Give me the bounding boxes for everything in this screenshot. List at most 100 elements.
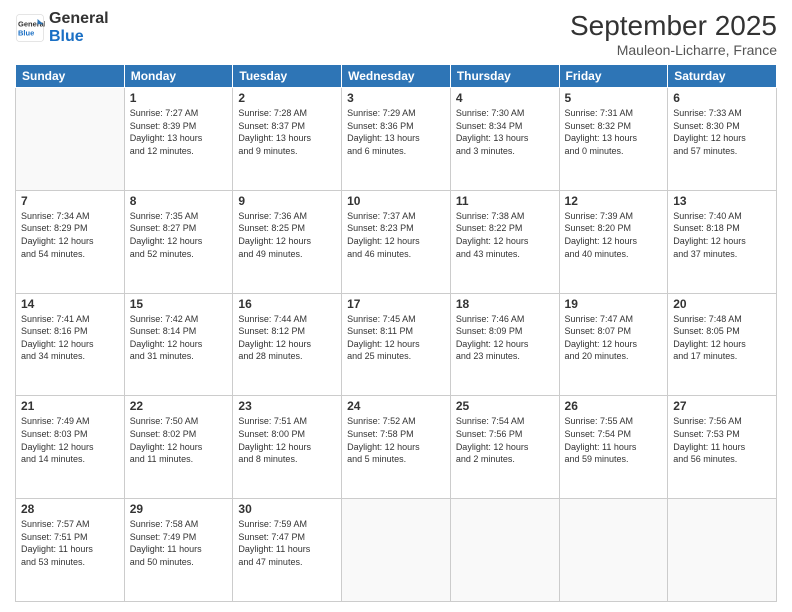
- day-cell-13: 13 Sunrise: 7:40 AM Sunset: 8:18 PM Dayli…: [668, 190, 777, 293]
- week-row-3: 14Sunrise: 7:41 AM Sunset: 8:16 PM Dayli…: [16, 293, 777, 396]
- day-info: Sunrise: 7:49 AM Sunset: 8:03 PM Dayligh…: [21, 415, 119, 465]
- day-cell-24: 24Sunrise: 7:52 AM Sunset: 7:58 PM Dayli…: [342, 396, 451, 499]
- day-number: 27: [673, 399, 771, 413]
- day-cell-25: 25 Sunrise: 7:54 AM Sunset: 7:56 PM Dayli…: [450, 396, 559, 499]
- day-cell-28: 28 Sunrise: 7:57 AM Sunset: 7:51 PM Dayli…: [16, 499, 125, 602]
- day-number: 2: [238, 91, 336, 105]
- day-cell-17: 17Sunrise: 7:45 AM Sunset: 8:11 PM Dayli…: [342, 293, 451, 396]
- day-cell-10: 10 Sunrise: 7:37 AM Sunset: 8:23 PM Dayli…: [342, 190, 451, 293]
- week-row-5: 28 Sunrise: 7:57 AM Sunset: 7:51 PM Dayli…: [16, 499, 777, 602]
- day-number: 22: [130, 399, 228, 413]
- day-number: 13: [673, 194, 771, 208]
- day-info: Sunrise: 7:59 AM Sunset: 7:47 PM Dayligh…: [238, 518, 336, 568]
- day-info: Sunrise: 7:56 AM Sunset: 7:53 PM Dayligh…: [673, 415, 771, 465]
- day-info: Sunrise: 7:37 AM Sunset: 8:23 PM Dayligh…: [347, 210, 445, 260]
- empty-cell: [668, 499, 777, 602]
- day-number: 1: [130, 91, 228, 105]
- calendar-header-row: SundayMondayTuesdayWednesdayThursdayFrid…: [16, 65, 777, 88]
- day-cell-30: 30 Sunrise: 7:59 AM Sunset: 7:47 PM Dayli…: [233, 499, 342, 602]
- day-info: Sunrise: 7:58 AM Sunset: 7:49 PM Dayligh…: [130, 518, 228, 568]
- day-cell-27: 27 Sunrise: 7:56 AM Sunset: 7:53 PM Dayli…: [668, 396, 777, 499]
- day-info: Sunrise: 7:34 AM Sunset: 8:29 PM Dayligh…: [21, 210, 119, 260]
- day-info: Sunrise: 7:30 AM Sunset: 8:34 PM Dayligh…: [456, 107, 554, 157]
- day-cell-4: 4 Sunrise: 7:30 AM Sunset: 8:34 PM Daylig…: [450, 88, 559, 191]
- day-number: 28: [21, 502, 119, 516]
- day-cell-5: 5 Sunrise: 7:31 AM Sunset: 8:32 PM Daylig…: [559, 88, 668, 191]
- day-info: Sunrise: 7:50 AM Sunset: 8:02 PM Dayligh…: [130, 415, 228, 465]
- location: Mauleon-Licharre, France: [570, 42, 777, 58]
- day-number: 18: [456, 297, 554, 311]
- day-number: 10: [347, 194, 445, 208]
- day-number: 3: [347, 91, 445, 105]
- empty-cell: [559, 499, 668, 602]
- day-number: 9: [238, 194, 336, 208]
- day-number: 19: [565, 297, 663, 311]
- day-info: Sunrise: 7:55 AM Sunset: 7:54 PM Dayligh…: [565, 415, 663, 465]
- day-number: 6: [673, 91, 771, 105]
- empty-cell: [342, 499, 451, 602]
- svg-text:Blue: Blue: [18, 28, 34, 37]
- day-number: 7: [21, 194, 119, 208]
- day-number: 24: [347, 399, 445, 413]
- day-cell-20: 20 Sunrise: 7:48 AM Sunset: 8:05 PM Dayli…: [668, 293, 777, 396]
- day-number: 29: [130, 502, 228, 516]
- header: General Blue General Blue September 2025…: [15, 10, 777, 58]
- day-info: Sunrise: 7:48 AM Sunset: 8:05 PM Dayligh…: [673, 313, 771, 363]
- day-info: Sunrise: 7:51 AM Sunset: 8:00 PM Dayligh…: [238, 415, 336, 465]
- logo-general-text: General: [49, 10, 109, 28]
- day-number: 12: [565, 194, 663, 208]
- day-number: 16: [238, 297, 336, 311]
- day-info: Sunrise: 7:40 AM Sunset: 8:18 PM Dayligh…: [673, 210, 771, 260]
- day-cell-14: 14Sunrise: 7:41 AM Sunset: 8:16 PM Dayli…: [16, 293, 125, 396]
- day-info: Sunrise: 7:38 AM Sunset: 8:22 PM Dayligh…: [456, 210, 554, 260]
- day-info: Sunrise: 7:27 AM Sunset: 8:39 PM Dayligh…: [130, 107, 228, 157]
- day-number: 25: [456, 399, 554, 413]
- title-block: September 2025 Mauleon-Licharre, France: [570, 10, 777, 58]
- day-cell-12: 12Sunrise: 7:39 AM Sunset: 8:20 PM Dayli…: [559, 190, 668, 293]
- week-row-4: 21 Sunrise: 7:49 AM Sunset: 8:03 PM Dayli…: [16, 396, 777, 499]
- day-cell-6: 6 Sunrise: 7:33 AM Sunset: 8:30 PM Daylig…: [668, 88, 777, 191]
- page: General Blue General Blue September 2025…: [0, 0, 792, 612]
- day-info: Sunrise: 7:57 AM Sunset: 7:51 PM Dayligh…: [21, 518, 119, 568]
- col-header-friday: Friday: [559, 65, 668, 88]
- day-cell-11: 11 Sunrise: 7:38 AM Sunset: 8:22 PM Dayli…: [450, 190, 559, 293]
- col-header-saturday: Saturday: [668, 65, 777, 88]
- day-info: Sunrise: 7:29 AM Sunset: 8:36 PM Dayligh…: [347, 107, 445, 157]
- day-number: 23: [238, 399, 336, 413]
- empty-cell: [450, 499, 559, 602]
- day-info: Sunrise: 7:54 AM Sunset: 7:56 PM Dayligh…: [456, 415, 554, 465]
- day-cell-23: 23 Sunrise: 7:51 AM Sunset: 8:00 PM Dayli…: [233, 396, 342, 499]
- day-number: 4: [456, 91, 554, 105]
- day-number: 8: [130, 194, 228, 208]
- day-info: Sunrise: 7:28 AM Sunset: 8:37 PM Dayligh…: [238, 107, 336, 157]
- day-info: Sunrise: 7:33 AM Sunset: 8:30 PM Dayligh…: [673, 107, 771, 157]
- day-cell-26: 26 Sunrise: 7:55 AM Sunset: 7:54 PM Dayli…: [559, 396, 668, 499]
- col-header-thursday: Thursday: [450, 65, 559, 88]
- day-number: 15: [130, 297, 228, 311]
- day-cell-3: 3 Sunrise: 7:29 AM Sunset: 8:36 PM Daylig…: [342, 88, 451, 191]
- day-info: Sunrise: 7:44 AM Sunset: 8:12 PM Dayligh…: [238, 313, 336, 363]
- day-cell-8: 8Sunrise: 7:35 AM Sunset: 8:27 PM Daylig…: [124, 190, 233, 293]
- day-cell-18: 18 Sunrise: 7:46 AM Sunset: 8:09 PM Dayli…: [450, 293, 559, 396]
- day-cell-22: 22 Sunrise: 7:50 AM Sunset: 8:02 PM Dayli…: [124, 396, 233, 499]
- day-number: 30: [238, 502, 336, 516]
- day-cell-29: 29 Sunrise: 7:58 AM Sunset: 7:49 PM Dayli…: [124, 499, 233, 602]
- day-number: 26: [565, 399, 663, 413]
- col-header-monday: Monday: [124, 65, 233, 88]
- day-number: 21: [21, 399, 119, 413]
- day-cell-15: 15 Sunrise: 7:42 AM Sunset: 8:14 PM Dayli…: [124, 293, 233, 396]
- logo: General Blue General Blue: [15, 10, 109, 46]
- day-number: 14: [21, 297, 119, 311]
- day-info: Sunrise: 7:46 AM Sunset: 8:09 PM Dayligh…: [456, 313, 554, 363]
- logo-icon: General Blue: [15, 13, 45, 43]
- day-info: Sunrise: 7:36 AM Sunset: 8:25 PM Dayligh…: [238, 210, 336, 260]
- day-cell-21: 21 Sunrise: 7:49 AM Sunset: 8:03 PM Dayli…: [16, 396, 125, 499]
- day-info: Sunrise: 7:42 AM Sunset: 8:14 PM Dayligh…: [130, 313, 228, 363]
- day-number: 5: [565, 91, 663, 105]
- day-cell-2: 2 Sunrise: 7:28 AM Sunset: 8:37 PM Daylig…: [233, 88, 342, 191]
- day-info: Sunrise: 7:31 AM Sunset: 8:32 PM Dayligh…: [565, 107, 663, 157]
- col-header-tuesday: Tuesday: [233, 65, 342, 88]
- day-number: 20: [673, 297, 771, 311]
- day-cell-1: 1 Sunrise: 7:27 AM Sunset: 8:39 PM Daylig…: [124, 88, 233, 191]
- day-number: 11: [456, 194, 554, 208]
